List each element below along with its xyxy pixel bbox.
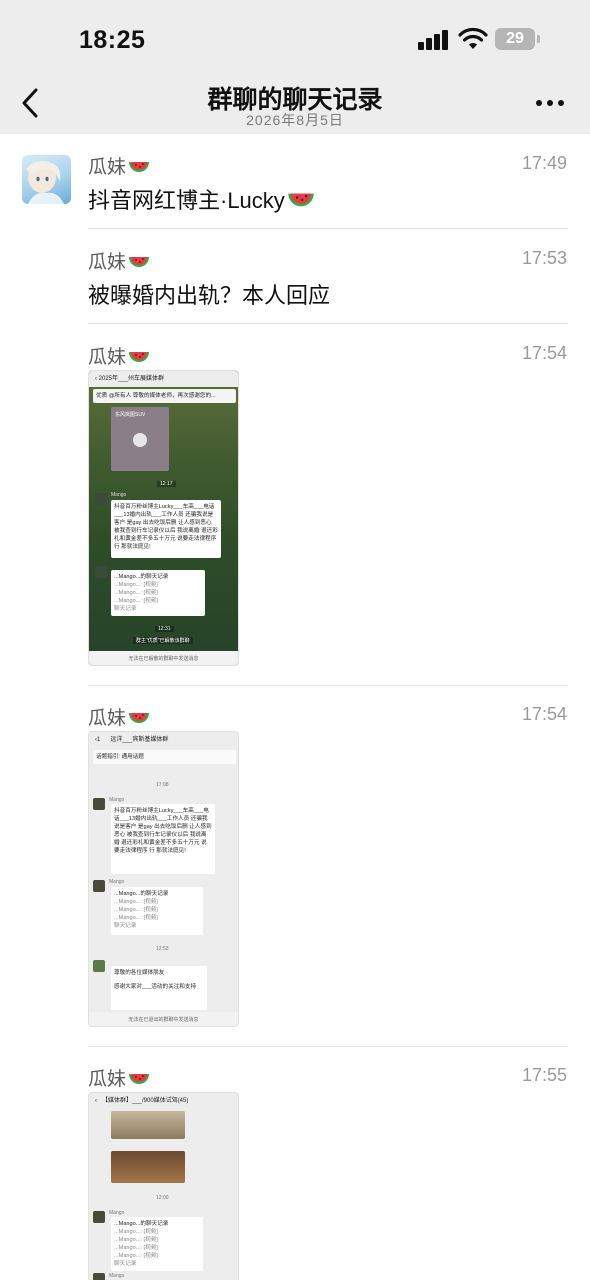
thumb-title-bar: ‹ 【媒体群】___/900媒体试驾(45)	[89, 1093, 238, 1109]
thumb-title-bar: ‹1 远洋___宾斯基媒体群	[89, 732, 238, 748]
watermelon-emoji-icon	[288, 193, 314, 207]
thumb-footer: 无法在已解散的群聊中发送消息	[89, 651, 238, 665]
message-time: 17:54	[521, 704, 567, 724]
message-divider	[88, 323, 568, 324]
watermelon-emoji-icon	[129, 162, 150, 172]
record-title: ...Mango...的聊天记录	[114, 574, 169, 580]
message-time: 17:49	[521, 153, 567, 173]
pinned-notice: 优质 @所有人 尊敬的媒体老师，再次感谢您的...	[93, 389, 236, 403]
sender-name: 瓜妹	[88, 247, 150, 274]
thumb-topic: 话题指引: 通用话题	[93, 750, 236, 764]
sender-label: 瓜妹	[88, 347, 127, 368]
sender-avatar[interactable]	[22, 155, 71, 204]
message-time: 17:54	[521, 343, 567, 363]
thumb-avatar	[93, 798, 105, 810]
record-line: ...Mango...: [视频]	[114, 1237, 158, 1243]
thumb-title: 【媒体群】___/900媒体试驾(45)	[102, 1098, 189, 1104]
record-title: ...Mango...的聊天记录	[114, 891, 169, 897]
watermelon-emoji-icon	[129, 352, 150, 362]
sender-name: 瓜妹	[88, 1064, 150, 1091]
wifi-icon	[458, 27, 488, 49]
message-time: 17:55	[521, 1065, 567, 1085]
battery-level: 29	[506, 30, 524, 47]
car-photo	[111, 1111, 185, 1139]
thumb-avatar	[95, 493, 107, 505]
record-line: ...Mango...: [视频]	[114, 582, 158, 588]
navigation-header: 18:25 29 群聊的聊天记录 2026年8月5日	[0, 0, 590, 134]
record-footer: 聊天记录	[114, 606, 137, 612]
battery-icon: 29	[495, 28, 540, 50]
message-text[interactable]: 被曝婚内出轨？本人回应	[88, 278, 330, 310]
thumb-clock: 17:08	[156, 782, 169, 788]
thumb-post: 抖音百万粉丝博主Lucky___车高___电话___13婚内出轨___工作人员 …	[111, 500, 221, 558]
more-options-button[interactable]	[534, 100, 566, 108]
message-text[interactable]: 抖音网红博主·Lucky	[88, 183, 315, 215]
thumb-clock: 12:53	[156, 946, 169, 952]
thumb-title: 远洋___宾斯基媒体群	[110, 737, 169, 743]
record-line: ...Mango...: [视频]	[114, 915, 158, 921]
sender-label: 瓜妹	[88, 708, 127, 729]
thumb-clock: 12:17	[157, 481, 176, 487]
sender-name: 瓜妹	[88, 152, 150, 179]
record-footer: 聊天记录	[114, 1261, 137, 1267]
thumb-record: ...Mango...的聊天记录 ...Mango...: [视频] ...Ma…	[111, 570, 205, 616]
page-date: 2026年8月5日	[246, 112, 344, 128]
message-body: 抖音网红博主·Lucky	[88, 188, 285, 213]
screenshot-image-2[interactable]: ‹1 远洋___宾斯基媒体群 话题指引: 通用话题 17:08 Mango 抖音…	[88, 731, 239, 1027]
thumb-title: 2025年___州车展媒体群	[98, 376, 165, 382]
cellular-signal-icon	[418, 30, 450, 50]
thumb-avatar	[95, 566, 107, 578]
event-photo	[111, 1151, 185, 1183]
record-line: ...Mango...: [视频]	[114, 1229, 158, 1235]
thumb-sender: Mango	[109, 1273, 125, 1279]
status-time: 18:25	[79, 26, 146, 54]
record-line: ...Mango...: [视频]	[114, 1253, 158, 1259]
sender-name: 瓜妹	[88, 342, 150, 369]
record-line: ...Mango...: [视频]	[114, 907, 158, 913]
sender-name: 瓜妹	[88, 703, 150, 730]
thumb-clock: 12:31	[155, 626, 174, 632]
watermelon-emoji-icon	[129, 257, 150, 267]
thumb-title-bar: ‹ 2025年___州车展媒体群	[89, 371, 238, 387]
thumb-notice: 群主"优质"已解散该群聊	[133, 637, 193, 644]
watermelon-emoji-icon	[129, 713, 150, 723]
thumb-sender: Mango	[111, 492, 127, 498]
video-label: 东风岚图SUV	[115, 412, 146, 418]
thumb-avatar	[93, 880, 105, 892]
video-preview: 东风岚图SUV	[111, 407, 169, 471]
sender-label: 瓜妹	[88, 252, 127, 273]
thumb-sender: Mango	[109, 879, 125, 885]
thumb-avatar	[93, 1211, 105, 1223]
screenshot-image-3[interactable]: ‹ 【媒体群】___/900媒体试驾(45) 12:00 Mango ...Ma…	[88, 1092, 239, 1280]
thumb-sender: Mango	[109, 1210, 125, 1216]
thumb-sender: Mango	[109, 797, 125, 803]
watermelon-emoji-icon	[129, 1074, 150, 1084]
message-divider	[88, 685, 568, 686]
thumb-avatar	[93, 960, 105, 972]
sender-label: 瓜妹	[88, 1069, 127, 1090]
message-divider	[88, 1046, 568, 1047]
screenshot-image-1[interactable]: ‹ 2025年___州车展媒体群 优质 @所有人 尊敬的媒体老师，再次感谢您的.…	[88, 370, 239, 666]
thumb-avatar	[93, 1273, 105, 1280]
thumb-record: ...Mango...的聊天记录 ...Mango...: [视频] ...Ma…	[111, 1217, 203, 1271]
message-divider	[88, 228, 568, 229]
greeting-line: 感谢大家对___活动的关注和支持	[114, 984, 197, 990]
thumb-post: 抖音百万粉丝博主Lucky___车高___电话___13婚内出轨___工作人员 …	[111, 804, 215, 874]
record-line: ...Mango...: [视频]	[114, 598, 158, 604]
record-footer: 聊天记录	[114, 923, 137, 929]
sender-label: 瓜妹	[88, 157, 127, 178]
thumb-record: ...Mango...的聊天记录 ...Mango...: [视频] ...Ma…	[111, 887, 203, 935]
thumb-footer: 无法在已退出的群聊中发送消息	[89, 1012, 238, 1026]
record-line: ...Mango...: [视频]	[114, 590, 158, 596]
record-line: ...Mango...: [视频]	[114, 1245, 158, 1251]
message-time: 17:53	[521, 248, 567, 268]
record-line: ...Mango...: [视频]	[114, 899, 158, 905]
record-title: ...Mango...的聊天记录	[114, 1221, 169, 1227]
thumb-clock: 12:00	[156, 1195, 169, 1201]
greeting-line: 尊敬的各位媒体朋友	[114, 970, 165, 976]
thumb-greeting: 尊敬的各位媒体朋友 感谢大家对___活动的关注和支持	[111, 966, 207, 1010]
